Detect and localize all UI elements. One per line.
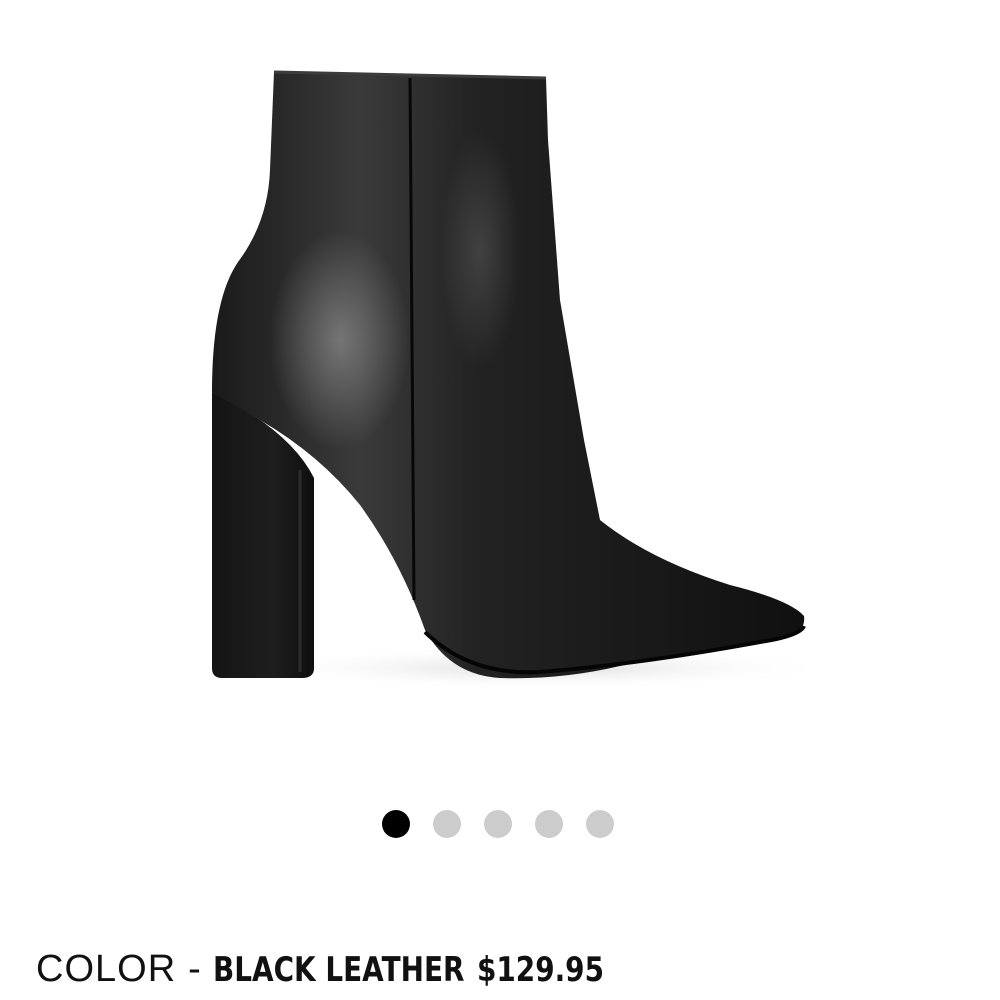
carousel-dot-3[interactable] [484,810,512,838]
image-carousel-dots [382,810,614,838]
carousel-dot-4[interactable] [535,810,563,838]
boot-illustration [212,70,840,690]
product-image[interactable] [0,0,1000,780]
carousel-dot-5[interactable] [586,810,614,838]
product-price: $129.95 [476,950,604,990]
color-label: COLOR [36,948,177,990]
carousel-dot-2[interactable] [433,810,461,838]
product-info-row: COLOR - BLACK LEATHER $129.95 [36,948,632,991]
color-separator: - [188,948,201,990]
color-value: BLACK LEATHER [212,950,465,990]
carousel-dot-1[interactable] [382,810,410,838]
